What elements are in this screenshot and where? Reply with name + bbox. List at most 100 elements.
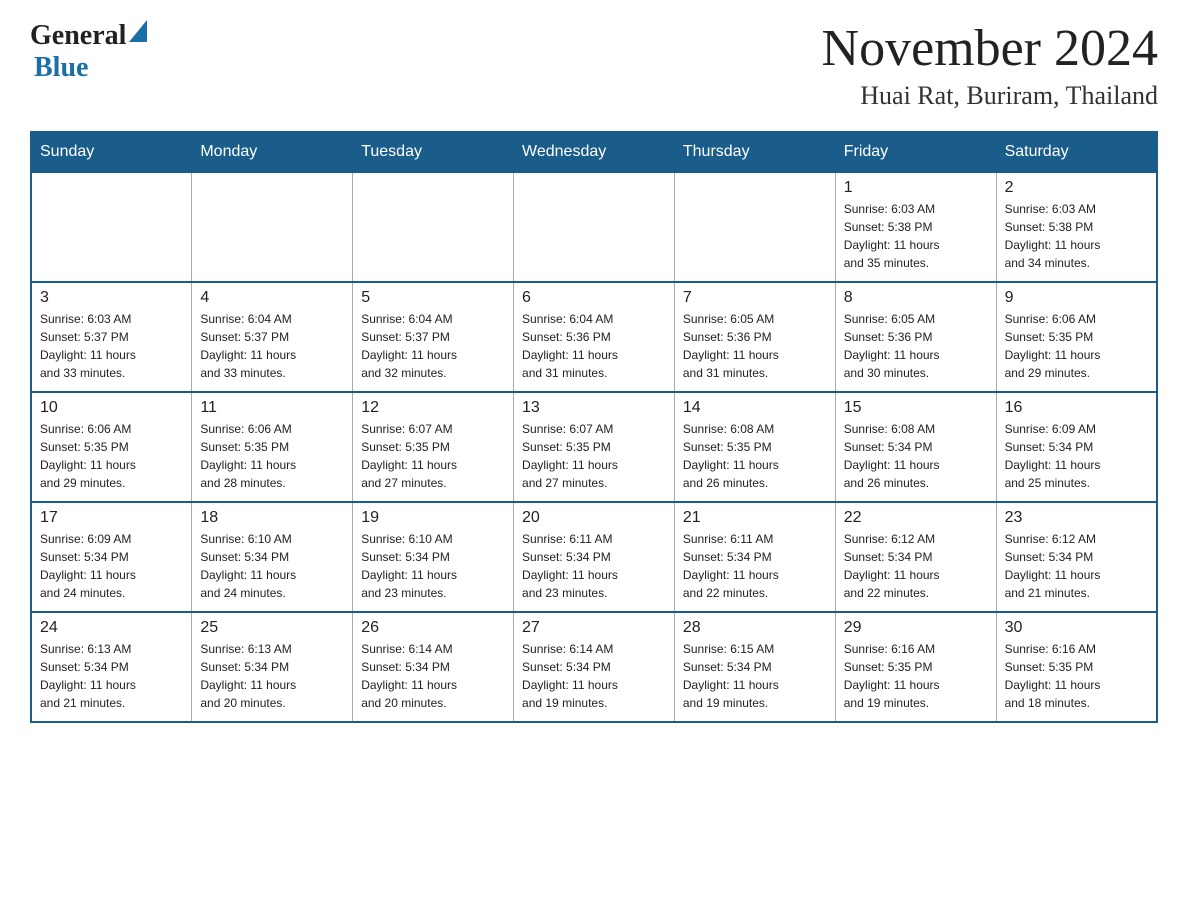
title-section: November 2024 Huai Rat, Buriram, Thailan…	[822, 20, 1158, 111]
day-info: Sunrise: 6:06 AMSunset: 5:35 PMDaylight:…	[200, 420, 344, 492]
day-number: 13	[522, 399, 666, 417]
logo-triangle-icon	[129, 20, 147, 47]
day-info: Sunrise: 6:03 AMSunset: 5:38 PMDaylight:…	[1005, 200, 1148, 272]
table-row: 19Sunrise: 6:10 AMSunset: 5:34 PMDayligh…	[353, 502, 514, 612]
logo-general-text: General	[30, 20, 126, 52]
table-row: 2 Sunrise: 6:03 AMSunset: 5:38 PMDaylight…	[996, 172, 1157, 282]
table-row: 13Sunrise: 6:07 AMSunset: 5:35 PMDayligh…	[514, 392, 675, 502]
day-info: Sunrise: 6:03 AMSunset: 5:37 PMDaylight:…	[40, 310, 183, 382]
day-number: 11	[200, 399, 344, 417]
table-row: 5Sunrise: 6:04 AMSunset: 5:37 PMDaylight…	[353, 282, 514, 392]
day-info: Sunrise: 6:11 AMSunset: 5:34 PMDaylight:…	[522, 530, 666, 602]
table-row: 6 Sunrise: 6:04 AMSunset: 5:36 PMDaylight…	[514, 282, 675, 392]
logo-blue-text: Blue	[34, 52, 88, 84]
table-row: 15 Sunrise: 6:08 AMSunset: 5:34 PMDayligh…	[835, 392, 996, 502]
day-info: Sunrise: 6:05 AMSunset: 5:36 PMDaylight:…	[844, 310, 988, 382]
day-info: Sunrise: 6:09 AMSunset: 5:34 PMDaylight:…	[1005, 420, 1148, 492]
col-saturday: Saturday	[996, 132, 1157, 172]
day-number: 2	[1005, 179, 1148, 197]
col-monday: Monday	[192, 132, 353, 172]
calendar-table: Sunday Monday Tuesday Wednesday Thursday…	[30, 131, 1158, 723]
day-number: 9	[1005, 289, 1148, 307]
table-row: 12 Sunrise: 6:07 AMSunset: 5:35 PMDayligh…	[353, 392, 514, 502]
day-number: 20	[522, 509, 666, 527]
day-info: Sunrise: 6:12 AMSunset: 5:34 PMDaylight:…	[844, 530, 988, 602]
col-thursday: Thursday	[674, 132, 835, 172]
day-info: Sunrise: 6:14 AMSunset: 5:34 PMDaylight:…	[522, 640, 666, 712]
day-info: Sunrise: 6:13 AMSunset: 5:34 PMDaylight:…	[40, 640, 183, 712]
col-tuesday: Tuesday	[353, 132, 514, 172]
table-row: 3Sunrise: 6:03 AMSunset: 5:37 PMDaylight…	[31, 282, 192, 392]
day-number: 10	[40, 399, 183, 417]
day-info: Sunrise: 6:11 AMSunset: 5:34 PMDaylight:…	[683, 530, 827, 602]
table-row: 17 Sunrise: 6:09 AMSunset: 5:34 PMDayligh…	[31, 502, 192, 612]
day-info: Sunrise: 6:06 AMSunset: 5:35 PMDaylight:…	[40, 420, 183, 492]
day-info: Sunrise: 6:16 AMSunset: 5:35 PMDaylight:…	[844, 640, 988, 712]
page-header: General Blue November 2024 Huai Rat, Bur…	[30, 20, 1158, 111]
table-row: 8 Sunrise: 6:05 AMSunset: 5:36 PMDaylight…	[835, 282, 996, 392]
day-number: 1	[844, 179, 988, 197]
day-info: Sunrise: 6:05 AMSunset: 5:36 PMDaylight:…	[683, 310, 827, 382]
table-row: 10 Sunrise: 6:06 AMSunset: 5:35 PMDayligh…	[31, 392, 192, 502]
day-info: Sunrise: 6:09 AMSunset: 5:34 PMDaylight:…	[40, 530, 183, 602]
table-row	[674, 172, 835, 282]
day-info: Sunrise: 6:10 AMSunset: 5:34 PMDaylight:…	[200, 530, 344, 602]
table-row: 20 Sunrise: 6:11 AMSunset: 5:34 PMDayligh…	[514, 502, 675, 612]
day-number: 29	[844, 619, 988, 637]
day-number: 15	[844, 399, 988, 417]
day-number: 17	[40, 509, 183, 527]
day-info: Sunrise: 6:08 AMSunset: 5:34 PMDaylight:…	[844, 420, 988, 492]
day-info: Sunrise: 6:03 AMSunset: 5:38 PMDaylight:…	[844, 200, 988, 272]
day-info: Sunrise: 6:13 AMSunset: 5:34 PMDaylight:…	[200, 640, 344, 712]
table-row: 28 Sunrise: 6:15 AMSunset: 5:34 PMDayligh…	[674, 612, 835, 722]
col-friday: Friday	[835, 132, 996, 172]
col-wednesday: Wednesday	[514, 132, 675, 172]
location-title: Huai Rat, Buriram, Thailand	[822, 81, 1158, 111]
day-info: Sunrise: 6:08 AMSunset: 5:35 PMDaylight:…	[683, 420, 827, 492]
day-info: Sunrise: 6:12 AMSunset: 5:34 PMDaylight:…	[1005, 530, 1148, 602]
table-row: 18 Sunrise: 6:10 AMSunset: 5:34 PMDayligh…	[192, 502, 353, 612]
day-number: 18	[200, 509, 344, 527]
day-info: Sunrise: 6:06 AMSunset: 5:35 PMDaylight:…	[1005, 310, 1148, 382]
day-number: 25	[200, 619, 344, 637]
table-row: 26 Sunrise: 6:14 AMSunset: 5:34 PMDayligh…	[353, 612, 514, 722]
day-number: 28	[683, 619, 827, 637]
day-number: 8	[844, 289, 988, 307]
table-row	[31, 172, 192, 282]
table-row: 14 Sunrise: 6:08 AMSunset: 5:35 PMDayligh…	[674, 392, 835, 502]
day-info: Sunrise: 6:15 AMSunset: 5:34 PMDaylight:…	[683, 640, 827, 712]
table-row: 4Sunrise: 6:04 AMSunset: 5:37 PMDaylight…	[192, 282, 353, 392]
day-number: 12	[361, 399, 505, 417]
table-row	[514, 172, 675, 282]
day-number: 22	[844, 509, 988, 527]
table-row: 30Sunrise: 6:16 AMSunset: 5:35 PMDayligh…	[996, 612, 1157, 722]
day-info: Sunrise: 6:04 AMSunset: 5:36 PMDaylight:…	[522, 310, 666, 382]
col-sunday: Sunday	[31, 132, 192, 172]
logo: General Blue	[30, 20, 147, 84]
table-row: 7 Sunrise: 6:05 AMSunset: 5:36 PMDaylight…	[674, 282, 835, 392]
day-info: Sunrise: 6:04 AMSunset: 5:37 PMDaylight:…	[361, 310, 505, 382]
day-number: 26	[361, 619, 505, 637]
day-number: 7	[683, 289, 827, 307]
day-info: Sunrise: 6:14 AMSunset: 5:34 PMDaylight:…	[361, 640, 505, 712]
table-row: 29 Sunrise: 6:16 AMSunset: 5:35 PMDayligh…	[835, 612, 996, 722]
calendar-week-row: 1 Sunrise: 6:03 AMSunset: 5:38 PMDaylight…	[31, 172, 1157, 282]
table-row	[353, 172, 514, 282]
calendar-week-row: 17 Sunrise: 6:09 AMSunset: 5:34 PMDayligh…	[31, 502, 1157, 612]
table-row	[192, 172, 353, 282]
table-row: 22 Sunrise: 6:12 AMSunset: 5:34 PMDayligh…	[835, 502, 996, 612]
calendar-week-row: 10 Sunrise: 6:06 AMSunset: 5:35 PMDayligh…	[31, 392, 1157, 502]
day-info: Sunrise: 6:04 AMSunset: 5:37 PMDaylight:…	[200, 310, 344, 382]
table-row: 25 Sunrise: 6:13 AMSunset: 5:34 PMDayligh…	[192, 612, 353, 722]
day-number: 14	[683, 399, 827, 417]
day-number: 23	[1005, 509, 1148, 527]
day-info: Sunrise: 6:16 AMSunset: 5:35 PMDaylight:…	[1005, 640, 1148, 712]
day-number: 21	[683, 509, 827, 527]
calendar-week-row: 24Sunrise: 6:13 AMSunset: 5:34 PMDayligh…	[31, 612, 1157, 722]
calendar-week-row: 3Sunrise: 6:03 AMSunset: 5:37 PMDaylight…	[31, 282, 1157, 392]
day-number: 6	[522, 289, 666, 307]
day-number: 16	[1005, 399, 1148, 417]
table-row: 21 Sunrise: 6:11 AMSunset: 5:34 PMDayligh…	[674, 502, 835, 612]
table-row: 23 Sunrise: 6:12 AMSunset: 5:34 PMDayligh…	[996, 502, 1157, 612]
day-info: Sunrise: 6:07 AMSunset: 5:35 PMDaylight:…	[361, 420, 505, 492]
